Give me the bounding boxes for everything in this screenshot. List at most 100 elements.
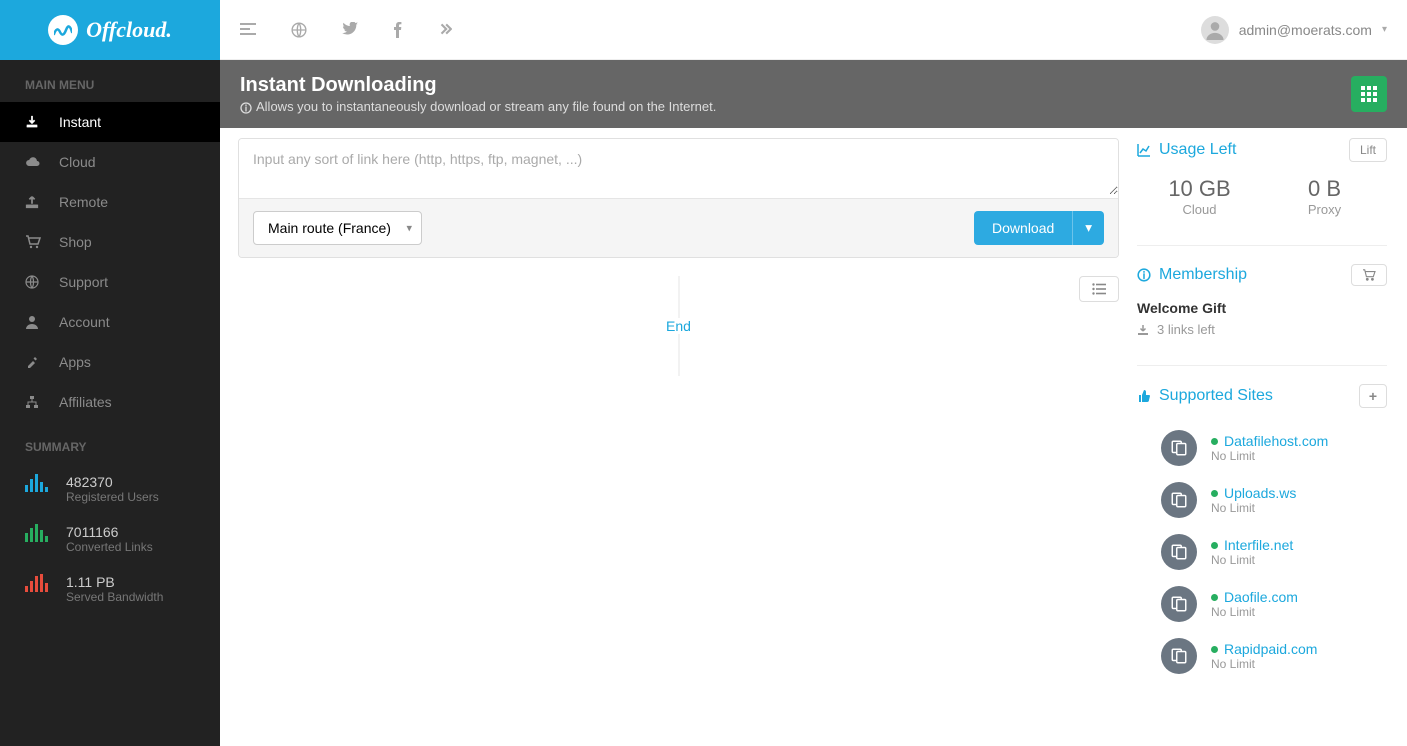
- sidebar-item-account[interactable]: Account: [0, 302, 220, 342]
- download-card: Main route (France) Download ▾: [238, 138, 1119, 258]
- thumbs-up-icon: [1137, 389, 1151, 403]
- membership-gift: Welcome Gift: [1137, 300, 1387, 316]
- cloud-icon: [25, 155, 41, 169]
- twitter-icon[interactable]: [342, 22, 358, 38]
- facebook-icon[interactable]: [393, 22, 403, 38]
- sidebar-item-instant[interactable]: Instant: [0, 102, 220, 142]
- sidebar-item-label: Support: [59, 274, 108, 290]
- usage-proxy-value: 0 B: [1262, 176, 1387, 202]
- usage-cloud-label: Cloud: [1137, 202, 1262, 217]
- files-icon: [1161, 638, 1197, 674]
- status-dot-icon: [1211, 490, 1218, 497]
- site-limit: No Limit: [1211, 657, 1317, 671]
- files-icon: [1161, 586, 1197, 622]
- sidebar-item-apps[interactable]: Apps: [0, 342, 220, 382]
- link-input[interactable]: [239, 139, 1118, 195]
- bars-icon: [25, 474, 48, 492]
- site-link[interactable]: Rapidpaid.com: [1211, 641, 1317, 657]
- summary-value: 7011166: [66, 524, 153, 540]
- more-icon[interactable]: [438, 22, 452, 38]
- logo-text: Offcloud.: [86, 17, 172, 43]
- status-dot-icon: [1211, 438, 1218, 445]
- sidebar-item-remote[interactable]: Remote: [0, 182, 220, 222]
- files-icon: [1161, 534, 1197, 570]
- site-link[interactable]: Uploads.ws: [1211, 485, 1296, 501]
- chart-icon: [1137, 143, 1151, 157]
- sidebar: Offcloud. MAIN MENU Instant Cloud Remote…: [0, 0, 220, 746]
- sidebar-item-label: Affiliates: [59, 394, 112, 410]
- caret-down-icon: ▾: [1382, 24, 1387, 35]
- supported-site-row: Datafilehost.com No Limit: [1137, 422, 1387, 474]
- membership-panel: Membership Welcome Gift 3 links left: [1137, 264, 1387, 337]
- bars-icon: [25, 574, 48, 592]
- summary-value: 482370: [66, 474, 159, 490]
- status-dot-icon: [1211, 594, 1218, 601]
- supported-site-row: Interfile.net No Limit: [1137, 526, 1387, 578]
- user-email: admin@moerats.com: [1239, 22, 1372, 38]
- avatar: [1201, 16, 1229, 44]
- membership-title: Membership: [1159, 266, 1247, 284]
- user-menu[interactable]: admin@moerats.com ▾: [1201, 16, 1387, 44]
- sidebar-item-label: Remote: [59, 194, 108, 210]
- sidebar-item-support[interactable]: Support: [0, 262, 220, 302]
- summary-served-bandwidth: 1.11 PB Served Bandwidth: [0, 564, 220, 614]
- page-subtitle: Allows you to instantaneously download o…: [256, 99, 716, 114]
- add-site-button[interactable]: +: [1359, 384, 1387, 408]
- download-icon: [25, 115, 41, 129]
- supported-panel: Supported Sites + Datafilehost.com No Li…: [1137, 384, 1387, 682]
- supported-site-row: Daofile.com No Limit: [1137, 578, 1387, 630]
- topbar: admin@moerats.com ▾: [220, 0, 1407, 60]
- supported-title: Supported Sites: [1159, 387, 1273, 405]
- summary-converted-links: 7011166 Converted Links: [0, 514, 220, 564]
- globe-icon: [25, 275, 41, 289]
- usage-title: Usage Left: [1159, 141, 1236, 159]
- summary-label: Served Bandwidth: [66, 590, 163, 604]
- sidebar-section-summary: SUMMARY: [0, 422, 220, 464]
- usage-panel: Usage Left Lift 10 GB Cloud 0 B Proxy: [1137, 138, 1387, 217]
- logo[interactable]: Offcloud.: [0, 0, 220, 60]
- files-icon: [1161, 430, 1197, 466]
- files-icon: [1161, 482, 1197, 518]
- sidebar-item-label: Account: [59, 314, 110, 330]
- site-limit: No Limit: [1211, 553, 1293, 567]
- logo-mark-icon: [48, 15, 78, 45]
- download-icon: [1137, 324, 1149, 336]
- usage-proxy-label: Proxy: [1262, 202, 1387, 217]
- summary-label: Registered Users: [66, 490, 159, 504]
- sidebar-section-main: MAIN MENU: [0, 60, 220, 102]
- sitemap-icon: [25, 395, 41, 409]
- download-dropdown-button[interactable]: ▾: [1072, 211, 1104, 245]
- page-title: Instant Downloading: [240, 74, 716, 97]
- sidebar-item-cloud[interactable]: Cloud: [0, 142, 220, 182]
- route-select[interactable]: Main route (France): [253, 211, 422, 245]
- site-limit: No Limit: [1211, 449, 1328, 463]
- globe-icon[interactable]: [291, 22, 307, 38]
- site-link[interactable]: Interfile.net: [1211, 537, 1293, 553]
- upload-icon: [25, 195, 41, 209]
- lift-button[interactable]: Lift: [1349, 138, 1387, 162]
- info-icon: [240, 102, 252, 114]
- cart-icon: [25, 235, 41, 249]
- site-limit: No Limit: [1211, 605, 1298, 619]
- sidebar-item-label: Apps: [59, 354, 91, 370]
- status-dot-icon: [1211, 542, 1218, 549]
- grid-view-button[interactable]: [1351, 76, 1387, 112]
- info-icon: [1137, 268, 1151, 282]
- supported-site-row: Uploads.ws No Limit: [1137, 474, 1387, 526]
- menu-toggle-icon[interactable]: [240, 22, 256, 38]
- download-button[interactable]: Download: [974, 211, 1072, 245]
- summary-value: 1.11 PB: [66, 574, 163, 590]
- tools-icon: [25, 355, 41, 369]
- summary-label: Converted Links: [66, 540, 153, 554]
- site-link[interactable]: Datafilehost.com: [1211, 433, 1328, 449]
- sidebar-item-shop[interactable]: Shop: [0, 222, 220, 262]
- user-icon: [25, 315, 41, 329]
- membership-links-left: 3 links left: [1157, 322, 1215, 337]
- bars-icon: [25, 524, 48, 542]
- shop-button[interactable]: [1351, 264, 1387, 286]
- sidebar-item-affiliates[interactable]: Affiliates: [0, 382, 220, 422]
- sidebar-item-label: Instant: [59, 114, 101, 130]
- site-limit: No Limit: [1211, 501, 1296, 515]
- site-link[interactable]: Daofile.com: [1211, 589, 1298, 605]
- summary-registered-users: 482370 Registered Users: [0, 464, 220, 514]
